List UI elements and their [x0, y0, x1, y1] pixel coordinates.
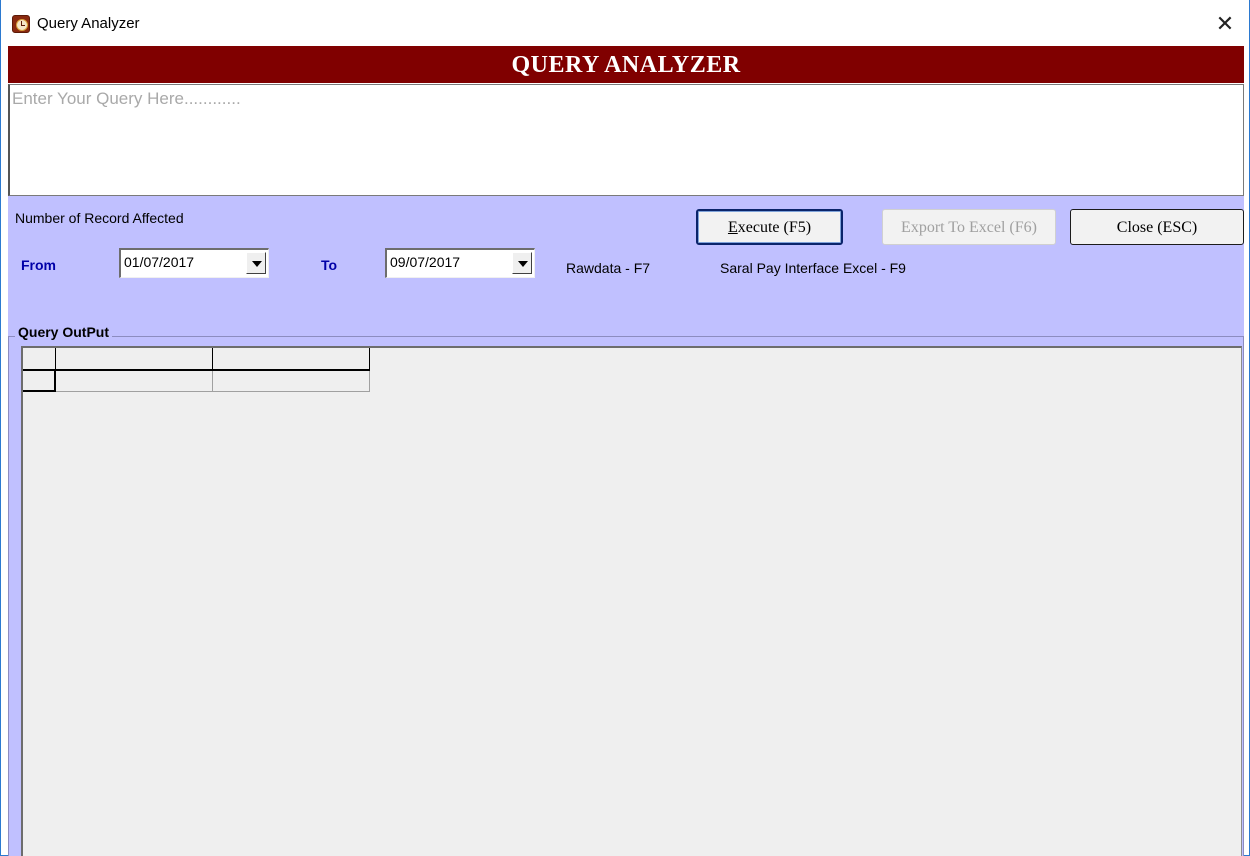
rawdata-shortcut-hint: Rawdata - F7: [566, 260, 651, 276]
to-date-picker[interactable]: 09/07/2017: [385, 248, 535, 278]
query-input[interactable]: [8, 84, 1244, 196]
records-affected-label: Number of Record Affected: [15, 210, 184, 226]
from-date-dropdown-button[interactable]: [246, 252, 266, 274]
from-date-label: From: [21, 257, 56, 273]
query-output-group: Query OutPut: [8, 324, 1244, 856]
column-header[interactable]: [212, 348, 370, 371]
to-date-dropdown-button[interactable]: [512, 252, 532, 274]
close-window-icon[interactable]: ✕: [1207, 8, 1243, 40]
query-analyzer-window: Query Analyzer ✕ QUERY ANALYZER Number o…: [0, 0, 1250, 856]
table-cell[interactable]: [212, 370, 370, 392]
export-to-excel-button[interactable]: Export To Excel (F6): [882, 209, 1056, 245]
to-date-value[interactable]: 09/07/2017: [390, 254, 460, 270]
clock-app-icon: [12, 15, 30, 33]
from-date-picker[interactable]: 01/07/2017: [119, 248, 269, 278]
table-header-row: [23, 348, 370, 371]
results-table[interactable]: [23, 348, 370, 392]
saral-pay-shortcut-hint: Saral Pay Interface Excel - F9: [720, 260, 906, 276]
title-bar[interactable]: Query Analyzer ✕: [1, 0, 1249, 46]
corner-cell[interactable]: [23, 348, 56, 371]
control-panel: Number of Record Affected From 01/07/201…: [8, 196, 1244, 330]
window-title: Query Analyzer: [37, 15, 140, 32]
execute-accelerator: E: [727, 218, 738, 236]
table-row[interactable]: [23, 370, 370, 392]
execute-label: xecute (F5): [737, 218, 812, 236]
table-cell[interactable]: [55, 370, 213, 392]
results-grid[interactable]: [21, 346, 1242, 856]
from-date-value[interactable]: 01/07/2017: [124, 254, 194, 270]
column-header[interactable]: [55, 348, 213, 371]
query-output-legend: Query OutPut: [15, 324, 113, 340]
execute-button[interactable]: Execute (F5): [696, 209, 843, 245]
close-button[interactable]: Close (ESC): [1070, 209, 1244, 245]
page-title-banner: QUERY ANALYZER: [8, 46, 1244, 83]
chevron-down-icon: [252, 261, 262, 267]
to-date-label: To: [321, 257, 338, 273]
chevron-down-icon: [518, 261, 528, 267]
row-selector[interactable]: [23, 370, 56, 392]
